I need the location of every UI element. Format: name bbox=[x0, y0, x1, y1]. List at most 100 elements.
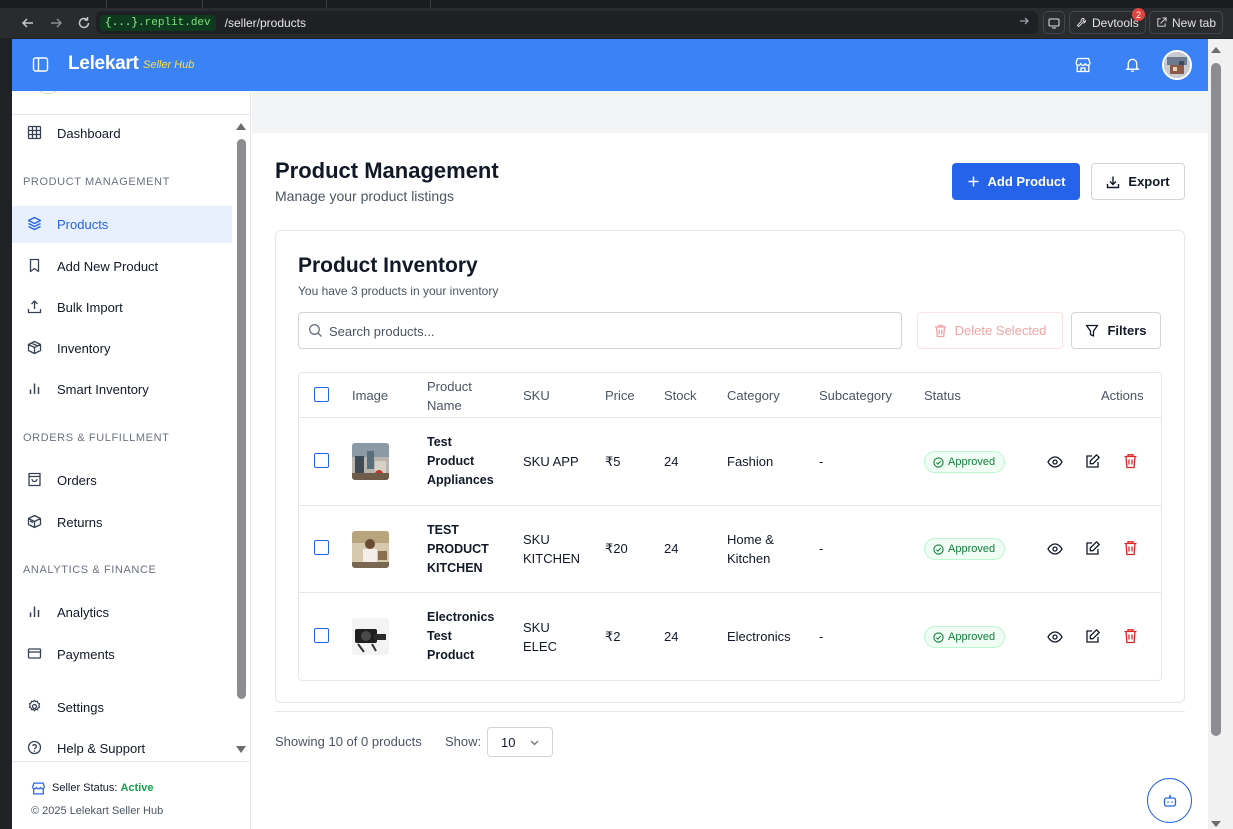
page-scroll-thumb[interactable] bbox=[1211, 63, 1221, 736]
arrow-right-icon bbox=[51, 18, 63, 28]
sidebar-item-label: Help & Support bbox=[57, 741, 146, 756]
sidebar-item-inventory[interactable]: Inventory bbox=[12, 330, 232, 367]
scroll-down-icon bbox=[1211, 821, 1221, 827]
page-scrollbar[interactable] bbox=[1208, 39, 1233, 829]
credit-card-icon bbox=[27, 646, 42, 661]
filters-button[interactable]: Filters bbox=[1071, 312, 1161, 349]
product-stock: 24 bbox=[664, 629, 679, 644]
sidebar-item-orders[interactable]: Orders bbox=[12, 462, 232, 499]
seller-status-value: Active bbox=[120, 782, 154, 794]
add-product-button[interactable]: Add Product bbox=[952, 163, 1080, 200]
search-box bbox=[298, 312, 902, 349]
browser-tab-strip bbox=[0, 0, 1233, 8]
filter-icon bbox=[1086, 324, 1099, 337]
column-header-product-name: Product Name bbox=[427, 378, 472, 413]
column-header-category: Category bbox=[727, 388, 780, 403]
sidebar-item-returns[interactable]: Returns bbox=[12, 504, 232, 541]
plus-icon bbox=[968, 176, 978, 187]
edit-icon[interactable] bbox=[1085, 540, 1101, 556]
new-tab-button[interactable]: New tab bbox=[1149, 11, 1224, 34]
product-name[interactable]: Electronics Test Product bbox=[427, 608, 499, 665]
sidebar-item-products[interactable]: Products bbox=[12, 206, 232, 243]
chevron-down-icon bbox=[529, 737, 540, 748]
product-thumbnail[interactable] bbox=[352, 443, 389, 480]
sidebar-item-label: Smart Inventory bbox=[57, 382, 149, 397]
page-size-select[interactable]: 10 bbox=[487, 727, 553, 757]
sidebar-item-bulk-import[interactable]: Bulk Import bbox=[12, 289, 232, 326]
product-sku: SKU KITCHEN bbox=[523, 532, 581, 566]
export-button[interactable]: Export bbox=[1091, 163, 1185, 200]
layers-icon bbox=[27, 216, 42, 231]
upload-icon bbox=[27, 299, 42, 314]
reload-button[interactable] bbox=[71, 10, 97, 36]
trash-icon bbox=[934, 324, 946, 337]
edit-icon[interactable] bbox=[1085, 453, 1101, 469]
product-stock: 24 bbox=[664, 454, 679, 469]
edit-icon[interactable] bbox=[1085, 628, 1101, 644]
bell-icon[interactable] bbox=[1124, 56, 1141, 73]
product-subcategory: - bbox=[819, 541, 824, 556]
main-header-band bbox=[252, 91, 1208, 133]
sidebar-item-smart-inventory[interactable]: Smart Inventory bbox=[12, 371, 232, 408]
sidebar-scroll-thumb[interactable] bbox=[237, 139, 246, 699]
back-button[interactable] bbox=[15, 10, 41, 36]
view-icon[interactable] bbox=[1047, 629, 1063, 645]
delete-selected-button[interactable]: Delete Selected bbox=[917, 312, 1063, 349]
product-subcategory: - bbox=[819, 454, 824, 469]
section-product-management: PRODUCT MANAGEMENT bbox=[23, 176, 170, 188]
devtools-button[interactable]: Devtools 2 bbox=[1069, 8, 1146, 34]
go-arrow-icon[interactable] bbox=[1018, 15, 1030, 27]
avatar[interactable] bbox=[1162, 50, 1192, 80]
download-icon bbox=[1107, 176, 1120, 188]
row-checkbox[interactable] bbox=[314, 453, 329, 468]
view-icon[interactable] bbox=[1047, 454, 1063, 470]
select-all-checkbox[interactable] bbox=[314, 387, 329, 402]
sidebar-scrollbar[interactable] bbox=[235, 119, 247, 759]
address-bar[interactable]: {...}.replit.dev /seller/products bbox=[96, 11, 1038, 34]
table-row: Test Product Appliances SKU APP ₹5 24 Fa… bbox=[299, 417, 1161, 505]
delete-icon[interactable] bbox=[1123, 453, 1138, 469]
product-sku: SKU APP bbox=[523, 454, 579, 469]
sidebar-item-add-new-product[interactable]: Add New Product bbox=[12, 248, 232, 285]
row-checkbox[interactable] bbox=[314, 628, 329, 643]
app-logo[interactable]: Lelekart bbox=[68, 53, 139, 75]
product-name[interactable]: Test Product Appliances bbox=[427, 433, 499, 490]
product-category: Electronics bbox=[727, 629, 791, 644]
screen-button[interactable] bbox=[1043, 11, 1065, 34]
sidebar-item-settings[interactable]: Settings bbox=[12, 689, 232, 726]
sidebar-toggle-icon[interactable] bbox=[32, 56, 49, 73]
assistant-bot-button[interactable] bbox=[1147, 778, 1192, 823]
wrench-icon bbox=[1076, 17, 1087, 28]
forward-button[interactable] bbox=[43, 10, 69, 36]
page-subtitle: Manage your product listings bbox=[275, 188, 454, 204]
product-thumbnail[interactable] bbox=[352, 531, 389, 568]
status-badge: Approved bbox=[924, 626, 1006, 648]
product-subcategory: - bbox=[819, 629, 824, 644]
delete-selected-label: Delete Selected bbox=[954, 323, 1047, 338]
table-row: TEST PRODUCT KITCHEN SKU KITCHEN ₹20 24 … bbox=[299, 505, 1161, 592]
package-icon bbox=[27, 340, 42, 355]
sidebar-item-analytics[interactable]: Analytics bbox=[12, 594, 232, 631]
delete-icon[interactable] bbox=[1123, 628, 1138, 644]
sidebar-item-dashboard[interactable]: Dashboard bbox=[12, 115, 232, 152]
sidebar: Dashboard PRODUCT MANAGEMENT Products Ad… bbox=[12, 77, 251, 829]
sidebar-item-label: Settings bbox=[57, 700, 104, 715]
sidebar-item-label: Dashboard bbox=[57, 126, 121, 141]
product-price: ₹5 bbox=[605, 454, 621, 469]
product-thumbnail[interactable] bbox=[352, 618, 389, 655]
filters-label: Filters bbox=[1107, 323, 1147, 338]
delete-icon[interactable] bbox=[1123, 540, 1138, 556]
copyright: © 2025 Lelekart Seller Hub bbox=[31, 805, 164, 817]
product-name[interactable]: TEST PRODUCT KITCHEN bbox=[427, 521, 499, 578]
check-circle-icon bbox=[933, 543, 944, 555]
status-label: Approved bbox=[948, 631, 996, 643]
reload-icon bbox=[78, 17, 90, 29]
search-input[interactable] bbox=[329, 321, 889, 341]
row-checkbox[interactable] bbox=[314, 540, 329, 555]
product-inventory-card: Product Inventory You have 3 products in… bbox=[275, 230, 1185, 703]
store-icon[interactable] bbox=[1074, 56, 1092, 74]
view-icon[interactable] bbox=[1047, 541, 1063, 557]
sidebar-item-payments[interactable]: Payments bbox=[12, 636, 232, 673]
sidebar-item-label: Bulk Import bbox=[57, 300, 123, 315]
section-orders-fulfillment: ORDERS & FULFILLMENT bbox=[23, 432, 170, 444]
